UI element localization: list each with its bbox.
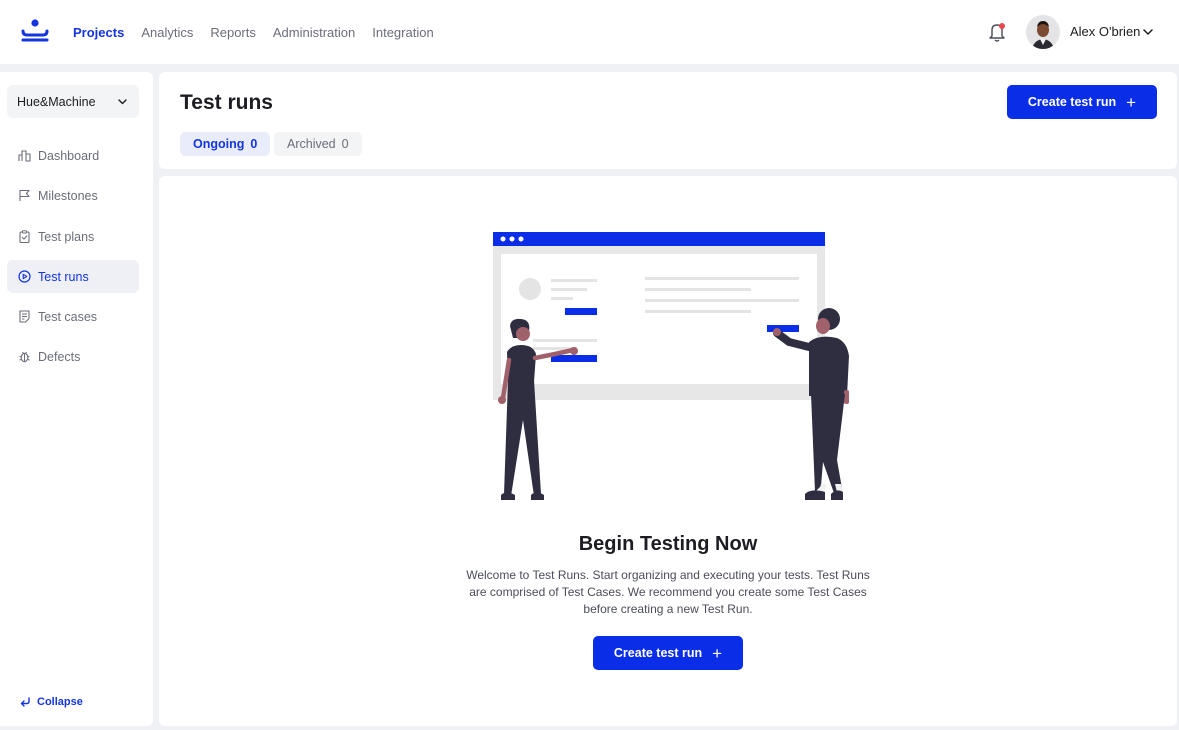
sidebar-item-test-plans[interactable]: Test plans — [7, 220, 139, 253]
plus-icon: + — [1126, 92, 1137, 112]
user-avatar[interactable] — [1026, 15, 1060, 49]
document-icon — [19, 310, 30, 323]
tab-archived[interactable]: Archived 0 — [274, 132, 362, 156]
nav-projects[interactable]: Projects — [73, 25, 124, 40]
return-arrow-icon — [20, 697, 30, 707]
tab-count: 0 — [341, 137, 349, 151]
sidebar-item-defects[interactable]: Defects — [7, 340, 139, 373]
sidebar-item-label: Test cases — [38, 309, 98, 324]
sidebar-item-label: Milestones — [38, 188, 98, 203]
collapse-label: Collapse — [37, 696, 83, 708]
nav-integration[interactable]: Integration — [372, 25, 433, 40]
chevron-down-icon — [118, 99, 127, 105]
play-circle-icon — [18, 270, 31, 283]
button-label: Create test run — [1027, 95, 1117, 109]
notification-dot — [999, 23, 1005, 29]
empty-state-illustration — [493, 232, 849, 500]
bug-icon — [19, 351, 30, 363]
empty-state-panel: Begin Testing Now Welcome to Test Runs. … — [159, 176, 1177, 726]
tab-ongoing[interactable]: Ongoing 0 — [180, 132, 271, 156]
create-test-run-button[interactable]: Create test run + — [593, 636, 743, 670]
notification-bell-icon[interactable] — [987, 21, 1007, 43]
tab-count: 0 — [250, 137, 258, 151]
top-navigation-bar: Projects Analytics Reports Administratio… — [0, 0, 1179, 64]
user-name[interactable]: Alex O'brien — [1070, 24, 1140, 39]
sidebar-item-label: Defects — [38, 349, 81, 364]
tab-label: Ongoing — [193, 137, 245, 151]
button-label: Create test run — [613, 646, 703, 660]
sidebar-item-label: Test runs — [38, 269, 89, 284]
nav-analytics[interactable]: Analytics — [141, 25, 193, 40]
dashboard-icon — [18, 150, 31, 162]
clipboard-icon — [19, 230, 30, 243]
page-title: Test runs — [180, 91, 273, 114]
plus-icon: + — [712, 643, 723, 663]
sidebar-item-dashboard[interactable]: Dashboard — [7, 139, 139, 172]
empty-state-description: Welcome to Test Runs. Start organizing a… — [466, 568, 870, 616]
page-header: Test runs Create test run + Ongoing 0 Ar… — [159, 72, 1177, 169]
nav-reports[interactable]: Reports — [210, 25, 256, 40]
empty-state-title: Begin Testing Now — [578, 533, 758, 555]
nav-administration[interactable]: Administration — [273, 25, 355, 40]
sidebar-item-label: Dashboard — [38, 148, 100, 163]
flag-icon — [19, 189, 30, 201]
chevron-down-icon[interactable] — [1142, 26, 1154, 38]
sidebar-item-milestones[interactable]: Milestones — [7, 179, 139, 212]
sidebar-item-test-cases[interactable]: Test cases — [7, 300, 139, 333]
app-logo-icon[interactable] — [20, 19, 50, 45]
create-test-run-button[interactable]: Create test run + — [1007, 85, 1157, 119]
sidebar-item-label: Test plans — [38, 229, 95, 244]
main-nav: Projects Analytics Reports Administratio… — [73, 0, 451, 64]
project-name: Hue&Machine — [17, 94, 96, 109]
sidebar-item-test-runs[interactable]: Test runs — [7, 260, 139, 293]
collapse-sidebar-button[interactable]: Collapse — [19, 696, 83, 708]
project-selector[interactable]: Hue&Machine — [7, 85, 139, 118]
sidebar: Hue&Machine Dashboard Milestones Test pl… — [0, 72, 153, 726]
tab-label: Archived — [287, 137, 336, 151]
